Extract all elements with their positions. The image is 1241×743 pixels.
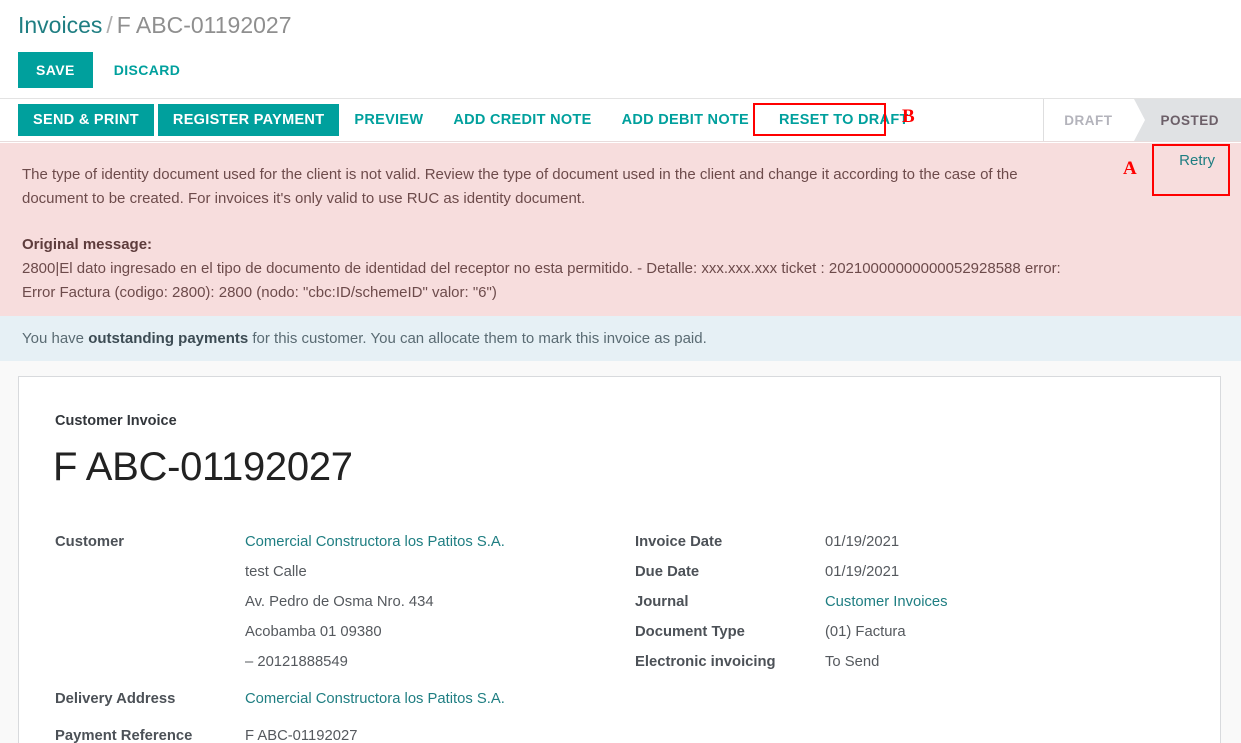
field-due-date-value[interactable]: 01/19/2021 — [825, 557, 899, 587]
error-alert-gap — [22, 211, 1132, 233]
field-document-type: Document Type (01) Factura — [635, 617, 1135, 647]
save-button[interactable]: SAVE — [18, 52, 93, 88]
reset-to-draft-button[interactable]: RESET TO DRAFT — [764, 104, 924, 136]
toolbar-actions: SEND & PRINT REGISTER PAYMENT PREVIEW AD… — [0, 99, 924, 141]
breadcrumb-current: F ABC-01192027 — [116, 12, 292, 38]
invoice-fields-right: Invoice Date 01/19/2021 Due Date 01/19/2… — [635, 527, 1135, 743]
field-payment-reference: Payment Reference F ABC-01192027 — [55, 721, 635, 743]
field-payment-reference-value[interactable]: F ABC-01192027 — [245, 721, 357, 743]
retry-button-wrap: Retry — [1164, 143, 1230, 179]
invoice-fields-left: Customer Comercial Constructora los Pati… — [55, 527, 635, 743]
outstanding-suffix: for this customer. You can allocate them… — [248, 330, 707, 347]
customer-street: test Calle — [245, 564, 307, 580]
field-delivery-address-value[interactable]: Comercial Constructora los Patitos S.A. — [245, 684, 505, 714]
field-payment-reference-label: Payment Reference — [55, 728, 193, 743]
customer-city: Acobamba 01 09380 — [245, 624, 382, 640]
invoice-form-page: Invoices / F ABC-01192027 SAVE DISCARD SEN… — [0, 0, 1241, 743]
status-draft-label: DRAFT — [1064, 112, 1113, 128]
field-document-type-value[interactable]: (01) Factura — [825, 617, 906, 647]
field-electronic-invoicing-value[interactable]: To Send — [825, 647, 879, 677]
add-debit-note-button[interactable]: ADD DEBIT NOTE — [607, 104, 764, 136]
outstanding-prefix: You have — [22, 330, 89, 347]
preview-button[interactable]: PREVIEW — [339, 104, 438, 136]
breadcrumb-separator: / — [106, 12, 113, 38]
annotation-letter-b: B — [902, 106, 915, 127]
field-delivery-address: Delivery Address Comercial Constructora … — [55, 684, 635, 714]
error-alert-message: The type of identity document used for t… — [22, 163, 1132, 305]
field-due-date-label: Due Date — [635, 564, 700, 580]
error-alert-line1: The type of identity document used for t… — [22, 166, 1018, 183]
save-discard-row: SAVE DISCARD — [0, 40, 1241, 88]
discard-button[interactable]: DISCARD — [99, 52, 196, 88]
register-payment-button[interactable]: REGISTER PAYMENT — [157, 104, 340, 136]
annotation-letter-a: A — [1123, 158, 1137, 179]
retry-button[interactable]: Retry — [1164, 143, 1230, 179]
customer-street2: Av. Pedro de Osma Nro. 434 — [245, 594, 434, 610]
status-posted-label: POSTED — [1160, 112, 1219, 128]
field-customer-value: Comercial Constructora los Patitos S.A. … — [245, 527, 505, 677]
field-journal-value[interactable]: Customer Invoices — [825, 587, 948, 617]
error-alert-original-line1: 2800|El dato ingresado en el tipo de doc… — [22, 260, 1061, 277]
field-invoice-date-value[interactable]: 01/19/2021 — [825, 527, 899, 557]
field-customer-label: Customer — [55, 534, 125, 550]
invoice-fields: Customer Comercial Constructora los Pati… — [55, 527, 1184, 743]
error-alert-original-label: Original message: — [22, 236, 153, 253]
field-electronic-invoicing-label: Electronic invoicing — [635, 654, 776, 670]
field-delivery-address-label: Delivery Address — [55, 691, 176, 707]
outstanding-bold: outstanding payments — [88, 330, 249, 347]
field-electronic-invoicing: Electronic invoicing To Send — [635, 647, 1135, 677]
status-draft[interactable]: DRAFT — [1044, 99, 1146, 141]
field-due-date: Due Date 01/19/2021 — [635, 557, 1135, 587]
document-type-heading: Customer Invoice — [55, 413, 177, 429]
field-invoice-date: Invoice Date 01/19/2021 — [635, 527, 1135, 557]
invoice-sheet: Customer Invoice F ABC-01192027 Customer… — [18, 376, 1221, 743]
field-journal-label: Journal — [635, 594, 689, 610]
field-customer: Customer Comercial Constructora los Pati… — [55, 527, 635, 677]
send-and-print-button[interactable]: SEND & PRINT — [18, 104, 154, 136]
status-posted[interactable]: POSTED — [1134, 99, 1241, 141]
outstanding-payments-alert: You have outstanding payments for this c… — [0, 316, 1241, 361]
breadcrumb-invoices-link[interactable]: Invoices — [18, 12, 102, 38]
error-alert-original-line2: Error Factura (codigo: 2800): 2800 (nodo… — [22, 284, 497, 301]
error-alert: The type of identity document used for t… — [0, 143, 1241, 316]
breadcrumb: Invoices / F ABC-01192027 — [0, 0, 1241, 40]
field-invoice-date-label: Invoice Date — [635, 534, 723, 550]
error-alert-line2: document to be created. For invoices it'… — [22, 190, 586, 207]
action-toolbar: SEND & PRINT REGISTER PAYMENT PREVIEW AD… — [0, 98, 1241, 142]
status-bar: DRAFT POSTED — [1043, 99, 1241, 141]
invoice-number-title: F ABC-01192027 — [53, 445, 353, 489]
customer-vat: – 20121888549 — [245, 654, 348, 670]
field-document-type-label: Document Type — [635, 624, 745, 640]
field-journal: Journal Customer Invoices — [635, 587, 1135, 617]
customer-name-link[interactable]: Comercial Constructora los Patitos S.A. — [245, 527, 505, 557]
add-credit-note-button[interactable]: ADD CREDIT NOTE — [438, 104, 606, 136]
